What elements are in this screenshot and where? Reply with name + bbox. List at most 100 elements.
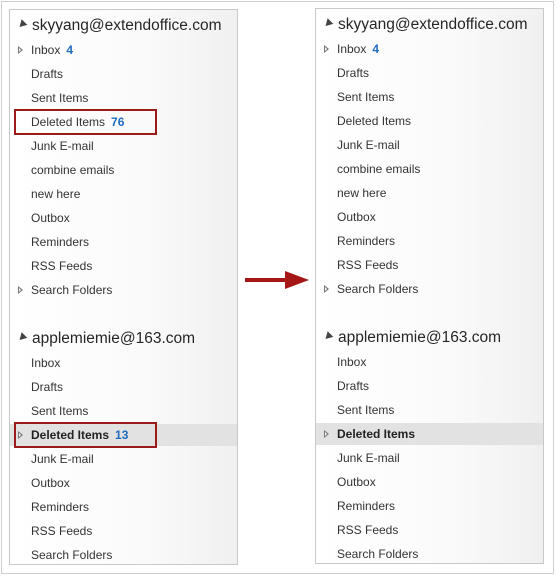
account-name: applemiemie@163.com	[32, 330, 196, 347]
collapse-arrow-icon[interactable]	[16, 332, 28, 343]
folder-label: RSS Feeds	[337, 523, 399, 537]
folder-item-sent-items[interactable]: Sent Items	[10, 87, 237, 109]
folder-pane-after: skyyang@extendoffice.com Inbox 4 Drafts Sen…	[315, 8, 544, 564]
unread-count: 4	[372, 42, 380, 56]
folder-label: new here	[337, 186, 387, 200]
folder-label: Outbox	[337, 475, 376, 489]
folder-label: Sent Items	[337, 403, 395, 417]
folder-label: Sent Items	[337, 90, 395, 104]
folder-item-reminders[interactable]: Reminders	[316, 230, 543, 252]
folder-item-drafts[interactable]: Drafts	[316, 62, 543, 84]
folder-label: RSS Feeds	[31, 259, 93, 273]
folder-item-search-folders[interactable]: Search Folders	[316, 543, 543, 563]
account-header-applemiemie[interactable]: applemiemie@163.com	[16, 330, 196, 348]
folder-item-inbox[interactable]: Inbox 4	[10, 39, 237, 61]
folder-item-rss-feeds[interactable]: RSS Feeds	[316, 519, 543, 541]
folder-label: Drafts	[337, 66, 370, 80]
folder-item-sent-items[interactable]: Sent Items	[316, 86, 543, 108]
folder-item-inbox[interactable]: Inbox	[10, 352, 237, 374]
folder-item-rss-feeds[interactable]: RSS Feeds	[10, 255, 237, 277]
folder-item-reminders[interactable]: Reminders	[10, 231, 237, 253]
account-header-skyyang[interactable]: skyyang@extendoffice.com	[16, 17, 222, 35]
folder-label: Junk E-mail	[337, 138, 400, 152]
folder-label: Reminders	[31, 500, 90, 514]
folder-item-search-folders[interactable]: Search Folders	[10, 279, 237, 301]
folder-pane-before: skyyang@extendoffice.com Inbox 4 Drafts Sen…	[9, 9, 238, 565]
folder-label: Sent Items	[31, 91, 89, 105]
folder-item-search-folders[interactable]: Search Folders	[10, 544, 237, 564]
folder-label: Reminders	[31, 235, 90, 249]
folder-item-combine-emails[interactable]: combine emails	[316, 158, 543, 180]
highlight-box-deleted-items-76	[14, 109, 157, 135]
expand-triangle-icon[interactable]	[18, 46, 23, 54]
folder-label: Search Folders	[31, 548, 113, 562]
collapse-arrow-icon[interactable]	[322, 331, 334, 342]
folder-item-sent-items[interactable]: Sent Items	[316, 399, 543, 421]
folder-label: Drafts	[31, 380, 64, 394]
folder-item-junk-e-mail[interactable]: Junk E-mail	[316, 134, 543, 156]
folder-item-combine-emails[interactable]: combine emails	[10, 159, 237, 181]
folder-label: RSS Feeds	[31, 524, 93, 538]
folder-label: combine emails	[337, 162, 421, 176]
expand-triangle-icon[interactable]	[324, 45, 329, 53]
folder-item-outbox[interactable]: Outbox	[10, 207, 237, 229]
folder-item-new-here[interactable]: new here	[10, 183, 237, 205]
folder-item-sent-items[interactable]: Sent Items	[10, 400, 237, 422]
folder-item-junk-e-mail[interactable]: Junk E-mail	[10, 448, 237, 470]
account-name: skyyang@extendoffice.com	[338, 16, 528, 33]
folder-label: Drafts	[31, 67, 64, 81]
folder-label: Deleted Items	[337, 114, 412, 128]
folder-item-outbox[interactable]: Outbox	[316, 471, 543, 493]
folder-label: Reminders	[337, 234, 396, 248]
expand-triangle-icon[interactable]	[18, 286, 23, 294]
folder-label: Search Folders	[337, 282, 419, 296]
account-name: skyyang@extendoffice.com	[32, 17, 222, 34]
folder-label: Search Folders	[31, 283, 113, 297]
folder-label: Inbox	[31, 43, 61, 57]
folder-item-reminders[interactable]: Reminders	[10, 496, 237, 518]
folder-label: RSS Feeds	[337, 258, 399, 272]
folder-item-drafts[interactable]: Drafts	[10, 63, 237, 85]
folder-label: Junk E-mail	[31, 139, 94, 153]
folder-label: Search Folders	[337, 547, 419, 561]
folder-label: Outbox	[31, 211, 70, 225]
folder-label: Junk E-mail	[337, 451, 400, 465]
folder-label: Sent Items	[31, 404, 89, 418]
folder-item-drafts[interactable]: Drafts	[316, 375, 543, 397]
expand-triangle-icon[interactable]	[324, 430, 329, 438]
folder-item-drafts[interactable]: Drafts	[10, 376, 237, 398]
folder-item-rss-feeds[interactable]: RSS Feeds	[10, 520, 237, 542]
expand-triangle-icon[interactable]	[324, 285, 329, 293]
folder-label: combine emails	[31, 163, 115, 177]
folder-label: Reminders	[337, 499, 396, 513]
folder-item-reminders[interactable]: Reminders	[316, 495, 543, 517]
highlight-box-deleted-items-13	[14, 422, 157, 448]
folder-item-rss-feeds[interactable]: RSS Feeds	[316, 254, 543, 276]
folder-item-junk-e-mail[interactable]: Junk E-mail	[316, 447, 543, 469]
folder-item-deleted-items[interactable]: Deleted Items	[316, 423, 543, 445]
folder-label: Outbox	[31, 476, 70, 490]
account-name: applemiemie@163.com	[338, 329, 502, 346]
collapse-arrow-icon[interactable]	[16, 19, 28, 30]
account-header-skyyang[interactable]: skyyang@extendoffice.com	[322, 16, 528, 34]
folder-item-outbox[interactable]: Outbox	[316, 206, 543, 228]
folder-item-inbox[interactable]: Inbox	[316, 351, 543, 373]
right-arrow-icon	[245, 271, 309, 289]
folder-item-new-here[interactable]: new here	[316, 182, 543, 204]
folder-item-junk-e-mail[interactable]: Junk E-mail	[10, 135, 237, 157]
folder-item-search-folders[interactable]: Search Folders	[316, 278, 543, 300]
folder-label: Deleted Items	[337, 427, 416, 441]
folder-label: new here	[31, 187, 81, 201]
folder-label: Inbox	[337, 42, 367, 56]
folder-item-outbox[interactable]: Outbox	[10, 472, 237, 494]
folder-label: Outbox	[337, 210, 376, 224]
folder-label: Inbox	[31, 356, 61, 370]
folder-item-deleted-items[interactable]: Deleted Items	[316, 110, 543, 132]
unread-count: 4	[66, 43, 74, 57]
account-header-applemiemie[interactable]: applemiemie@163.com	[322, 329, 502, 347]
folder-item-inbox[interactable]: Inbox 4	[316, 38, 543, 60]
folder-label: Drafts	[337, 379, 370, 393]
collapse-arrow-icon[interactable]	[322, 18, 334, 29]
folder-label: Junk E-mail	[31, 452, 94, 466]
folder-label: Inbox	[337, 355, 367, 369]
